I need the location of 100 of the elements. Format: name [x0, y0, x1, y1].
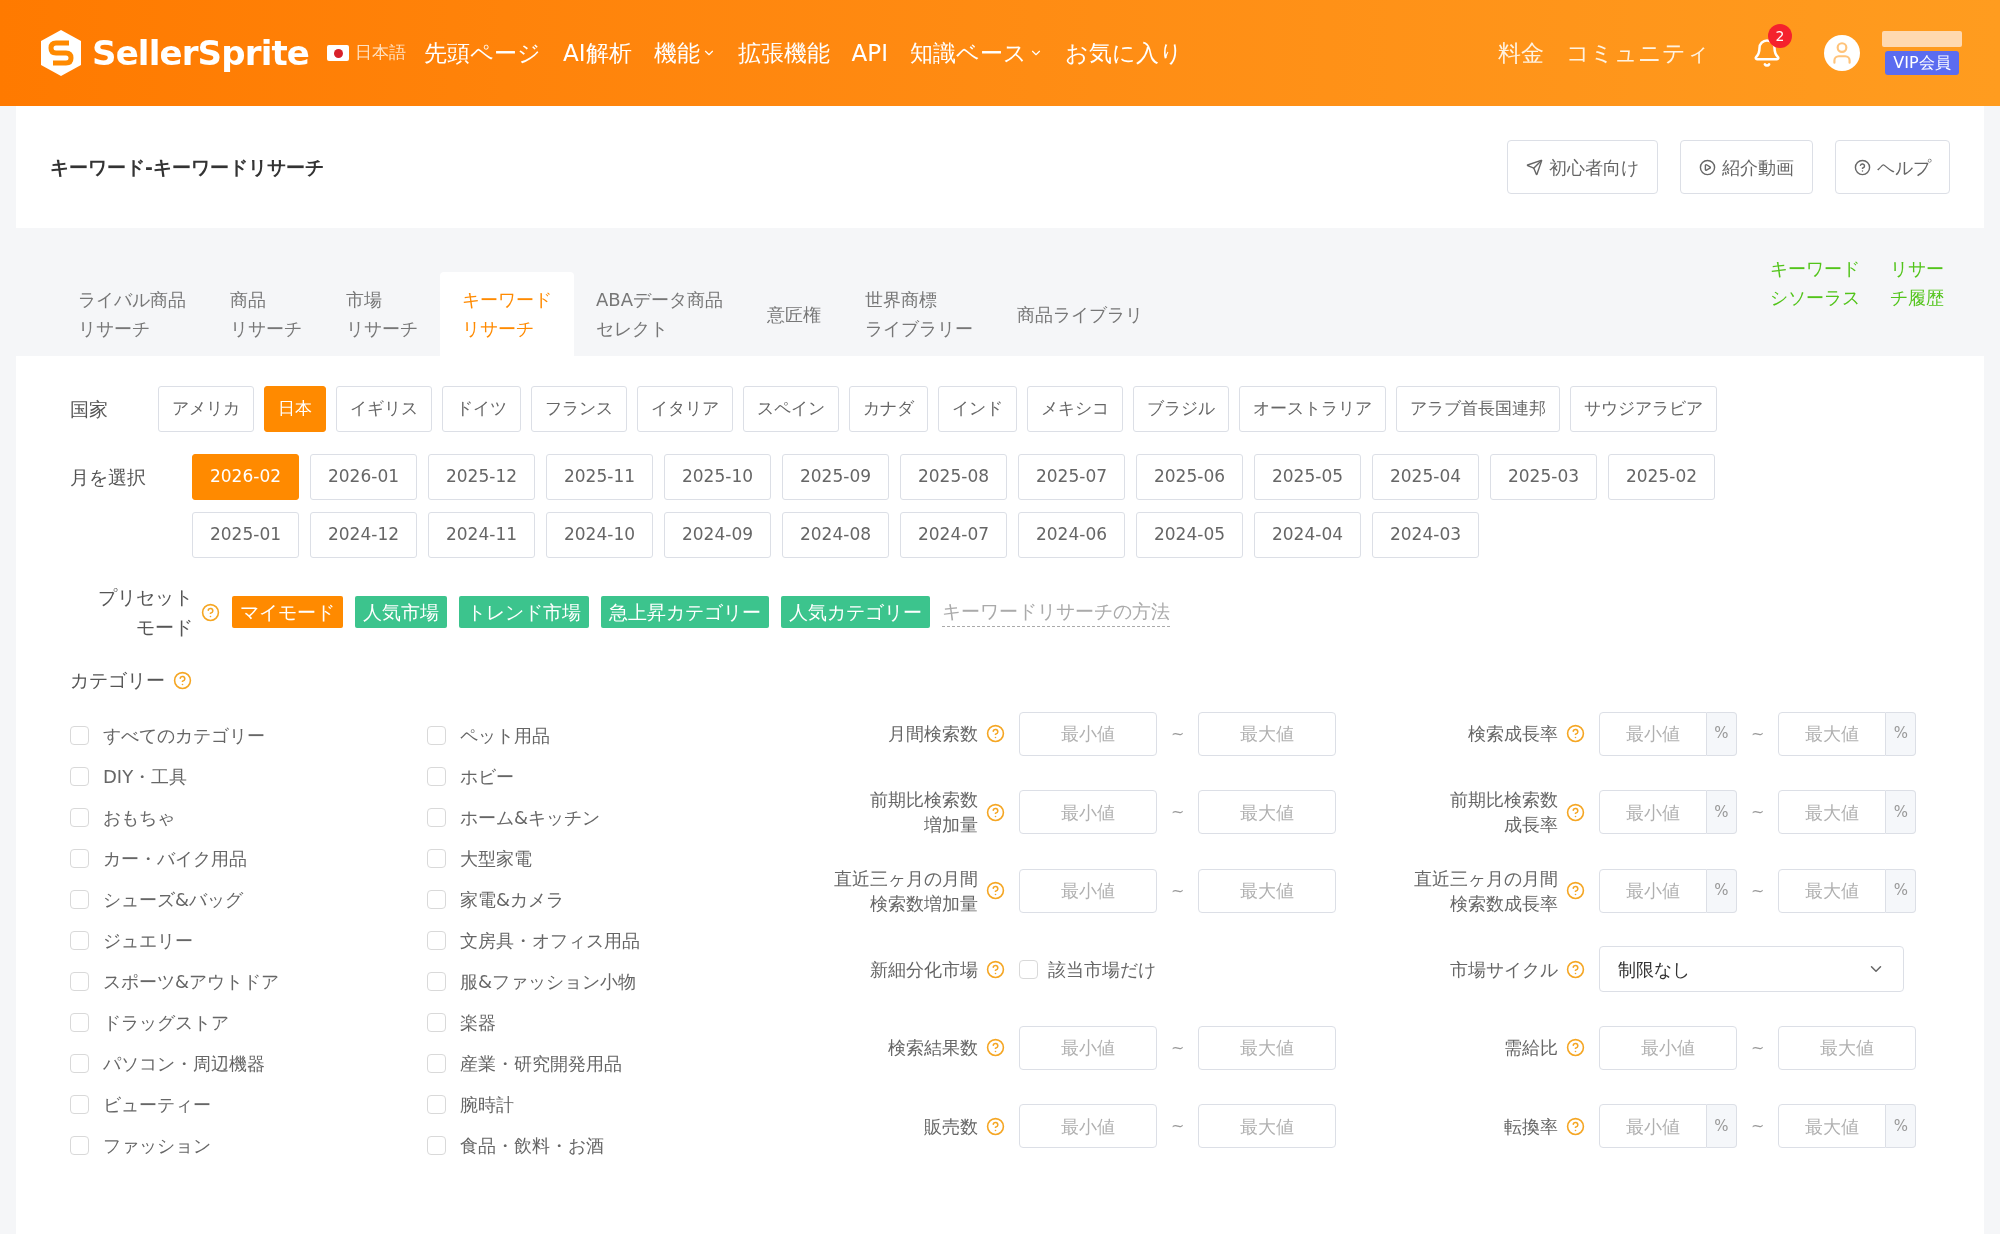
tab[interactable]: 商品ライブラリ	[995, 272, 1165, 356]
checkbox[interactable]	[427, 848, 446, 868]
checkbox[interactable]	[70, 1012, 89, 1032]
country-option[interactable]: イタリア	[637, 386, 733, 432]
country-option[interactable]: ブラジル	[1133, 386, 1229, 432]
input-field[interactable]: 最小値	[1599, 1025, 1737, 1070]
month-option[interactable]: 2024-07	[900, 512, 1007, 558]
country-option[interactable]: アメリカ	[158, 386, 254, 432]
checkbox[interactable]	[70, 1094, 89, 1114]
checkbox[interactable]	[427, 889, 446, 909]
avatar-icon[interactable]	[1824, 35, 1860, 71]
country-option[interactable]: サウジアラビア	[1570, 386, 1717, 432]
page-button[interactable]: ヘルプ	[1835, 140, 1950, 194]
checkbox[interactable]	[70, 766, 89, 786]
tab[interactable]: 市場 リサーチ	[324, 272, 440, 356]
help-icon	[1566, 1116, 1585, 1136]
row-label: プリセット モード	[98, 585, 193, 640]
checkbox[interactable]	[70, 889, 89, 909]
month-option[interactable]: 2024-03	[1372, 512, 1479, 558]
month-option[interactable]: 2024-12	[310, 512, 417, 558]
country-option[interactable]: ドイツ	[442, 386, 521, 432]
input-field[interactable]: 最小値	[1599, 711, 1707, 756]
input-field[interactable]: 最小値	[1599, 790, 1707, 834]
checkbox[interactable]	[70, 725, 89, 745]
select-field[interactable]: 制限なし	[1599, 946, 1904, 992]
month-option[interactable]: 2024-08	[782, 512, 889, 558]
page-button[interactable]: 初心者向け	[1507, 140, 1658, 194]
month-option[interactable]: 2025-03	[1490, 454, 1597, 500]
checkbox[interactable]	[427, 766, 446, 786]
checkbox[interactable]	[427, 725, 446, 745]
range-separator: ~	[1171, 722, 1185, 745]
month-option[interactable]: 2025-08	[900, 454, 1007, 500]
country-option[interactable]: カナダ	[849, 386, 928, 432]
month-option[interactable]: 2025-10	[664, 454, 771, 500]
country-option[interactable]: イギリス	[336, 386, 432, 432]
month-option[interactable]: 2025-06	[1136, 454, 1243, 500]
country-option[interactable]: フランス	[531, 386, 627, 432]
month-option[interactable]: 2025-04	[1372, 454, 1479, 500]
checkbox[interactable]	[427, 1012, 446, 1032]
country-option[interactable]: メキシコ	[1027, 386, 1123, 432]
checkbox[interactable]	[70, 848, 89, 868]
input-field[interactable]: 最小値	[1019, 790, 1157, 834]
month-option[interactable]: 2026-01	[310, 454, 417, 500]
month-option[interactable]: 2024-04	[1254, 512, 1361, 558]
month-option[interactable]: 2024-11	[428, 512, 535, 558]
range-separator: ~	[1751, 801, 1765, 823]
input-field[interactable]: 最小値	[1019, 1104, 1157, 1148]
help-icon	[1566, 802, 1585, 822]
month-option[interactable]: 2025-12	[428, 454, 535, 500]
checkbox[interactable]	[427, 1135, 446, 1155]
checkbox[interactable]	[427, 1094, 446, 1114]
checkbox[interactable]	[70, 930, 89, 950]
input-field[interactable]: 最大値	[1198, 868, 1337, 913]
input-field[interactable]: 最大値	[1778, 868, 1887, 913]
input-field[interactable]: 最大値	[1198, 790, 1337, 834]
country-option[interactable]: アラブ首長国連邦	[1396, 386, 1560, 432]
checkbox[interactable]	[70, 807, 89, 827]
tab[interactable]: ABAデータ商品 セレクト	[574, 272, 745, 356]
input-field[interactable]: 最大値	[1778, 1025, 1917, 1070]
tab[interactable]: 世界商標 ライブラリー	[843, 272, 995, 356]
month-option[interactable]: 2025-09	[782, 454, 889, 500]
month-option[interactable]: 2025-11	[546, 454, 653, 500]
send-icon	[1526, 158, 1543, 176]
country-option[interactable]: インド	[938, 386, 1017, 432]
checkbox[interactable]	[70, 971, 89, 991]
checkbox[interactable]	[427, 971, 446, 991]
input-field[interactable]: 最小値	[1599, 1104, 1707, 1148]
input-field[interactable]: 最大値	[1198, 1025, 1337, 1070]
country-option[interactable]: オーストラリア	[1239, 386, 1386, 432]
month-option[interactable]: 2025-05	[1254, 454, 1361, 500]
month-option[interactable]: 2024-05	[1136, 512, 1243, 558]
tab[interactable]: ライバル商品 リサーチ	[56, 272, 208, 356]
input-field[interactable]: 最大値	[1198, 711, 1337, 756]
page-button[interactable]: 紹介動画	[1680, 140, 1813, 194]
checkbox[interactable]	[427, 1053, 446, 1073]
range-separator: ~	[1751, 1115, 1765, 1137]
input-field[interactable]: 最大値	[1778, 790, 1887, 834]
checkbox[interactable]	[427, 807, 446, 827]
input-field[interactable]: 最小値	[1019, 1025, 1157, 1070]
month-option[interactable]: 2025-02	[1608, 454, 1715, 500]
tab[interactable]: 意匠権	[745, 272, 843, 356]
checkbox[interactable]	[70, 1135, 89, 1155]
month-option[interactable]: 2024-09	[664, 512, 771, 558]
tab[interactable]: 商品 リサーチ	[208, 272, 324, 356]
checkbox[interactable]	[70, 1053, 89, 1073]
month-option[interactable]: 2025-01	[192, 512, 299, 558]
filter-label: 直近三ヶ月の月間 検索数増加量	[834, 866, 978, 916]
checkbox[interactable]	[1019, 959, 1038, 979]
checkbox[interactable]	[427, 930, 446, 950]
month-option[interactable]: 2025-07	[1018, 454, 1125, 500]
input-field[interactable]: 最小値	[1599, 868, 1707, 913]
help-icon	[1566, 724, 1585, 743]
country-option[interactable]: スペイン	[743, 386, 839, 432]
input-field[interactable]: 最大値	[1778, 711, 1887, 756]
month-option[interactable]: 2024-06	[1018, 512, 1125, 558]
month-option[interactable]: 2024-10	[546, 512, 653, 558]
input-field[interactable]: 最大値	[1778, 1104, 1887, 1148]
input-field[interactable]: 最小値	[1019, 711, 1157, 756]
input-field[interactable]: 最大値	[1198, 1104, 1337, 1148]
input-field[interactable]: 最小値	[1019, 868, 1157, 913]
